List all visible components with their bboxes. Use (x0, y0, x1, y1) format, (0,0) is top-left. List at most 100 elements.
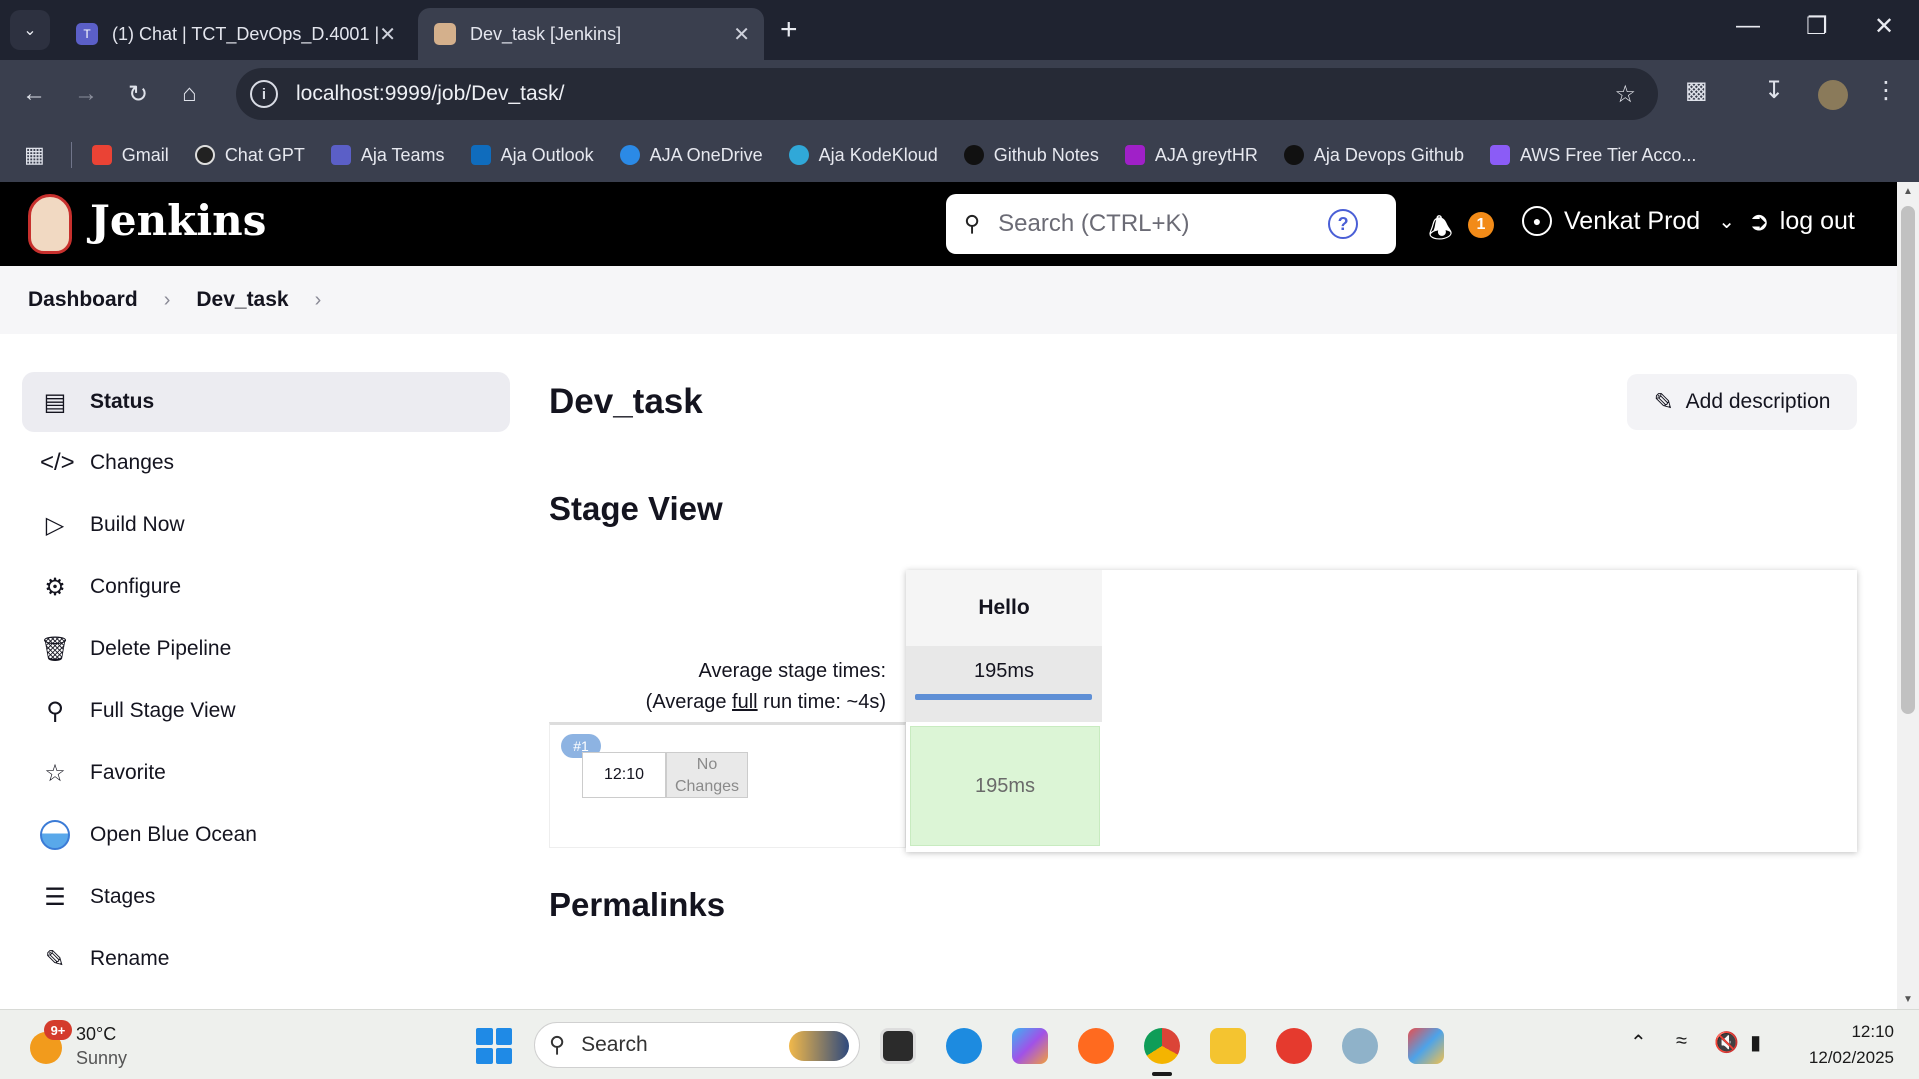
wifi-icon[interactable]: ≈ (1676, 1030, 1687, 1053)
breadcrumb-dev-task[interactable]: Dev_task (196, 288, 288, 312)
bookmarks-bar: ▦ Gmail Chat GPT Aja Teams Aja Outlook A… (0, 128, 1919, 182)
tab-search-chevron-icon[interactable]: ⌄ (10, 10, 50, 50)
bookmark-label: Aja Outlook (500, 144, 594, 165)
bookmark-kodekloud[interactable]: Aja KodeKloud (788, 145, 938, 166)
build-changes[interactable]: No Changes (666, 752, 748, 798)
sidebar-item-label: Favorite (90, 761, 166, 784)
user-name[interactable]: Venkat Prod (1564, 207, 1700, 236)
tab-close-icon[interactable]: ✕ (379, 22, 396, 47)
sidebar-item-blue-ocean[interactable]: Open Blue Ocean (22, 804, 510, 866)
new-tab-plus-icon[interactable]: + (780, 14, 798, 46)
tab-title: Dev_task [Jenkins] (470, 23, 622, 44)
minimize-icon[interactable]: — (1736, 12, 1760, 40)
sidebar-item-favorite[interactable]: ☆ Favorite (22, 742, 510, 804)
user-menu[interactable]: ● Venkat Prod ⌄ (1522, 206, 1735, 236)
home-icon[interactable]: ⌂ (182, 80, 197, 108)
jenkins-favicon-icon (434, 23, 456, 45)
outlook-icon (470, 145, 491, 165)
sidebar-item-changes[interactable]: </> Changes (22, 432, 510, 494)
stage-run-cell[interactable]: 195ms (910, 726, 1100, 846)
bookmark-outlook[interactable]: Aja Outlook (470, 144, 594, 166)
bookmark-label: Aja Devops Github (1313, 144, 1464, 165)
bookmarks-divider (70, 142, 72, 168)
scrollbar-thumb[interactable] (1901, 206, 1915, 714)
jenkins-header: Jenkins ⚲ ? 🕭 1 ● Venkat Prod ⌄ ➲ log ou… (0, 182, 1897, 266)
sidebar-item-rename[interactable]: ✎ Rename (22, 928, 510, 990)
settings-gears-icon[interactable] (1342, 1028, 1378, 1064)
windows-start-icon[interactable] (476, 1028, 512, 1064)
bookmark-github-notes[interactable]: Github Notes (963, 145, 1099, 166)
download-icon[interactable]: ↧ (1764, 76, 1784, 105)
bookmark-devops-github[interactable]: Aja Devops Github (1283, 144, 1464, 166)
chevron-down-icon[interactable]: ⌄ (1718, 209, 1735, 234)
chrome-icon[interactable] (1144, 1028, 1180, 1076)
add-description-label: Add description (1685, 390, 1831, 413)
copilot-icon[interactable] (1012, 1028, 1048, 1064)
extensions-puzzle-icon[interactable]: ▩ (1685, 76, 1708, 105)
bookmark-aws[interactable]: AWS Free Tier Acco... (1489, 145, 1696, 166)
sidebar-item-build-now[interactable]: ▷ Build Now (22, 494, 510, 556)
file-explorer-icon[interactable] (1210, 1028, 1246, 1064)
battery-icon[interactable]: ▮ (1750, 1030, 1761, 1055)
url-text[interactable]: localhost:9999/job/Dev_task/ (296, 82, 565, 106)
logout-link[interactable]: ➲ log out (1748, 206, 1855, 237)
full-run-link[interactable]: full (732, 691, 758, 713)
sidebar-item-configure[interactable]: ⚙ Configure (22, 556, 510, 618)
firefox-icon[interactable] (1078, 1028, 1114, 1064)
help-icon[interactable]: ? (1328, 209, 1359, 239)
browser-tab-jenkins[interactable]: Dev_task [Jenkins] ✕ (418, 8, 764, 60)
restore-icon[interactable]: ❐ (1806, 12, 1828, 41)
edge-browser-icon[interactable] (946, 1028, 982, 1064)
sidebar-item-label: Status (90, 390, 155, 413)
jenkins-logo-text[interactable]: Jenkins (90, 196, 266, 245)
address-bar[interactable]: i localhost:9999/job/Dev_task/ ☆ (236, 68, 1658, 120)
profile-avatar[interactable] (1818, 80, 1848, 110)
clock-date[interactable]: 12/02/2025 (1798, 1048, 1894, 1068)
clock-time[interactable]: 12:10 (1842, 1022, 1894, 1042)
stage-view-heading: Stage View (549, 490, 723, 527)
weather-temperature[interactable]: 30°C (76, 1024, 116, 1045)
sidebar-item-label: Build Now (90, 513, 185, 536)
scroll-down-icon[interactable]: ▼ (1903, 994, 1913, 1005)
app-diamond-icon[interactable] (1408, 1028, 1444, 1064)
notification-badge[interactable]: 1 (1468, 212, 1494, 238)
scroll-up-icon[interactable]: ▲ (1903, 186, 1913, 197)
bookmark-star-icon[interactable]: ☆ (1614, 80, 1636, 109)
sidebar-item-delete-pipeline[interactable]: 🗑 Delete Pipeline (22, 618, 510, 680)
sidebar-item-full-stage-view[interactable]: ⚲ Full Stage View (22, 680, 510, 742)
bookmark-greythr[interactable]: AJA greytHR (1124, 145, 1258, 166)
window-close-icon[interactable]: ✕ (1874, 12, 1894, 41)
jenkins-logo-icon[interactable] (28, 194, 72, 254)
breadcrumb-chevron-icon[interactable]: › (315, 289, 322, 312)
taskbar-search[interactable]: ⚲ Search (534, 1022, 860, 1068)
taskbar-search-label: Search (581, 1033, 648, 1056)
weather-condition[interactable]: Sunny (76, 1048, 127, 1069)
apps-grid-icon[interactable]: ▦ (24, 142, 45, 168)
jenkins-search-input[interactable] (998, 210, 1329, 238)
forward-arrow-icon[interactable]: → (74, 80, 98, 108)
kodekloud-icon (788, 145, 809, 165)
volume-muted-icon[interactable]: 🔇 (1714, 1030, 1739, 1055)
bookmark-chatgpt[interactable]: Chat GPT (194, 145, 305, 166)
page-scrollbar[interactable]: ▲ ▼ (1897, 182, 1919, 1009)
breadcrumb-chevron-icon[interactable]: › (164, 289, 171, 312)
wps-office-icon[interactable] (1276, 1028, 1312, 1064)
sidebar-item-stages[interactable]: ☰ Stages (22, 866, 510, 928)
bookmark-teams[interactable]: Aja Teams (330, 145, 445, 166)
notifications-bell-icon[interactable]: 🕭 (1428, 208, 1453, 256)
bookmark-gmail[interactable]: Gmail (91, 145, 169, 166)
sidebar-item-status[interactable]: ▤ Status (22, 372, 510, 432)
tab-close-icon[interactable]: ✕ (733, 22, 750, 47)
site-info-icon[interactable]: i (250, 80, 278, 108)
add-description-button[interactable]: ✎ Add description (1627, 374, 1857, 430)
breadcrumb-dashboard[interactable]: Dashboard (28, 288, 138, 312)
menu-kebab-icon[interactable]: ⋮ (1874, 76, 1898, 105)
bookmark-onedrive[interactable]: AJA OneDrive (619, 145, 763, 166)
logout-label[interactable]: log out (1780, 207, 1855, 236)
reload-icon[interactable]: ↻ (128, 80, 148, 109)
browser-tab-teams[interactable]: T (1) Chat | TCT_DevOps_D.4001 | ✕ (60, 8, 410, 60)
sidebar-item-label: Rename (90, 947, 170, 970)
task-view-icon[interactable] (880, 1028, 916, 1064)
back-arrow-icon[interactable]: ← (22, 80, 46, 108)
tray-chevron-up-icon[interactable]: ⌃ (1630, 1030, 1647, 1055)
